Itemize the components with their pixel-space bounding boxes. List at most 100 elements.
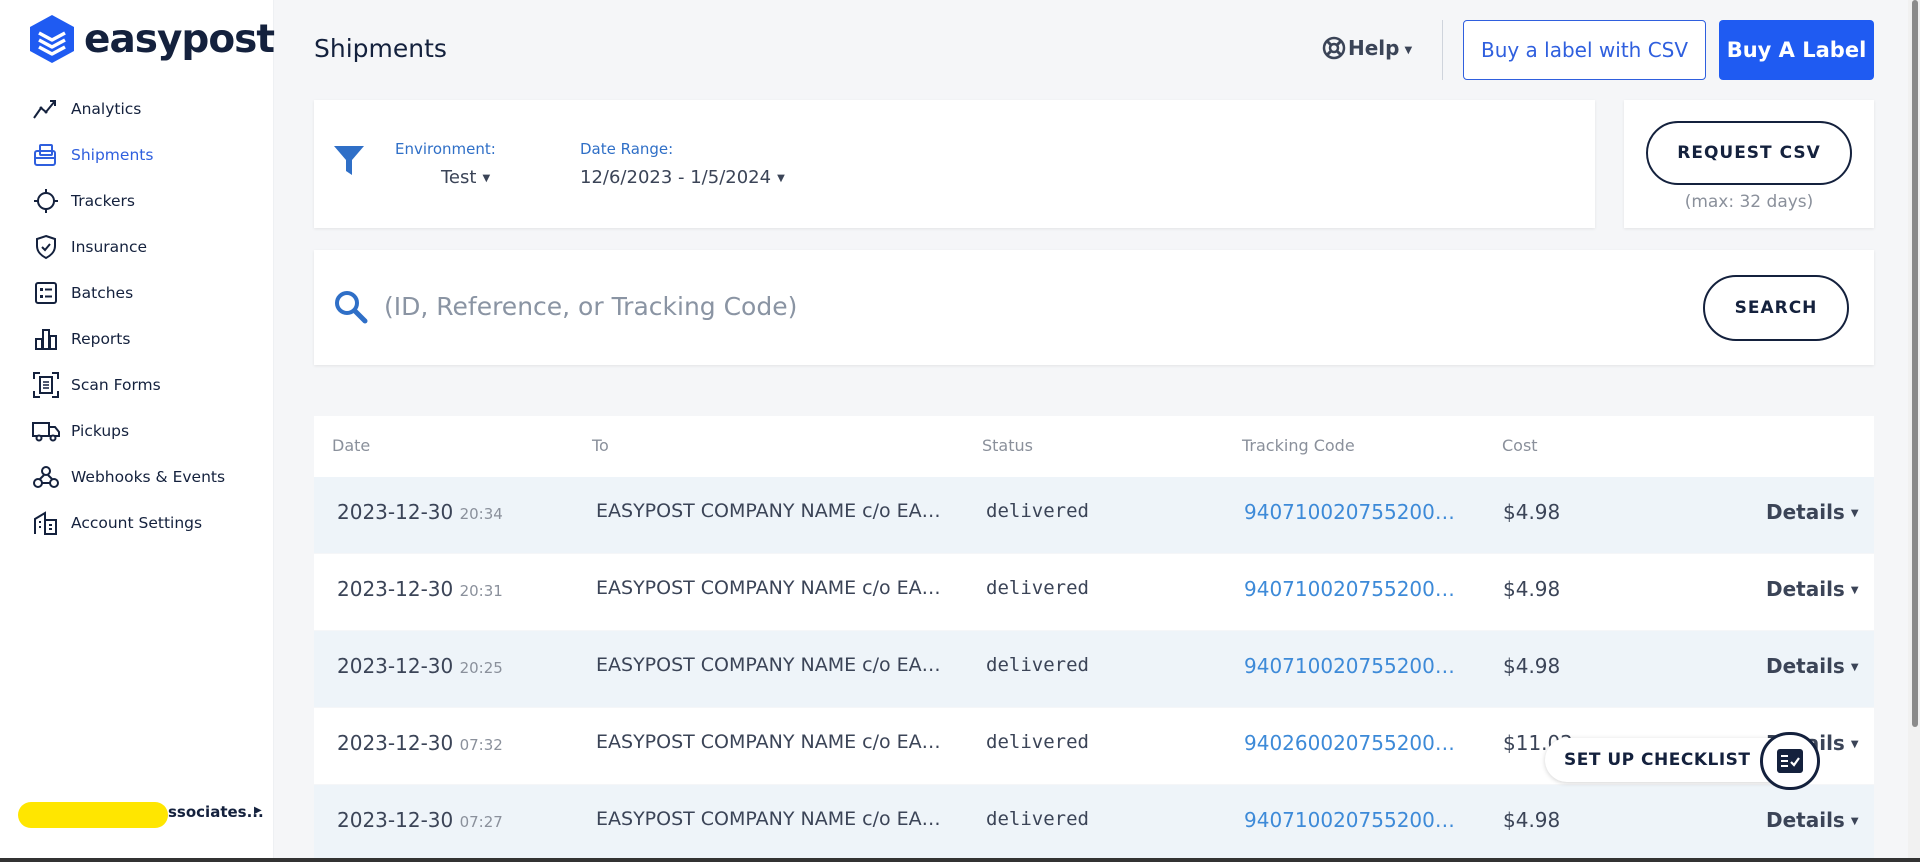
request-csv-button[interactable]: REQUEST CSV [1646, 121, 1852, 185]
table-row[interactable]: 2023-12-30 20:25 EASYPOST COMPANY NAME c… [314, 631, 1874, 707]
date-range-value: 12/6/2023 - 1/5/2024 [580, 167, 772, 188]
shipment-date: 2023-12-30 20:31 [337, 577, 503, 601]
buy-label-button[interactable]: Buy A Label [1719, 20, 1874, 80]
shipment-cost: $4.98 [1503, 500, 1561, 524]
shipment-status: delivered [986, 577, 1089, 599]
shipment-recipient: EASYPOST COMPANY NAME c/o EASYPOST [596, 654, 944, 676]
shipment-date: 2023-12-30 20:25 [337, 654, 503, 678]
scrollbar-thumb[interactable] [1912, 0, 1918, 727]
sidebar-item-label: Trackers [71, 192, 135, 210]
shipment-recipient: EASYPOST COMPANY NAME c/o EASYPOST [596, 808, 944, 830]
header-divider [1442, 20, 1443, 80]
details-dropdown[interactable]: Details▼ [1766, 654, 1859, 678]
sidebar-item-label: Analytics [71, 100, 142, 118]
table-header: Date To Status Tracking Code Cost [314, 416, 1874, 477]
life-ring-icon [1322, 36, 1346, 60]
date-range-label: Date Range: [580, 140, 674, 158]
truck-icon [32, 417, 60, 445]
sidebar: easypost Analytics Shipments Trackers In… [0, 0, 275, 862]
caret-down-icon: ▼ [1850, 739, 1859, 750]
sidebar-item-analytics[interactable]: Analytics [0, 86, 274, 132]
column-header-status[interactable]: Status [982, 436, 1033, 455]
analytics-icon [32, 95, 60, 123]
sidebar-item-account-settings[interactable]: Account Settings [0, 500, 274, 546]
shipments-icon [32, 141, 60, 169]
sidebar-nav: Analytics Shipments Trackers Insurance B… [0, 86, 274, 546]
sidebar-item-scan-forms[interactable]: Scan Forms [0, 362, 274, 408]
tracking-code-link[interactable]: 9402600207552003690000 [1244, 731, 1466, 755]
setup-checklist-button[interactable] [1760, 732, 1820, 790]
redaction-mark [18, 802, 168, 828]
sidebar-item-webhooks[interactable]: Webhooks & Events [0, 454, 274, 500]
sidebar-item-shipments[interactable]: Shipments [0, 132, 274, 178]
shipment-date: 2023-12-30 20:34 [337, 500, 503, 524]
sidebar-item-trackers[interactable]: Trackers [0, 178, 274, 224]
shipment-time: 20:25 [459, 659, 503, 677]
shipment-date: 2023-12-30 07:32 [337, 731, 503, 755]
brand-name: easypost [84, 16, 275, 62]
shipment-cost: $4.98 [1503, 577, 1561, 601]
help-menu[interactable]: Help ▼ [1322, 36, 1412, 60]
search-input[interactable] [384, 280, 1384, 332]
details-dropdown[interactable]: Details▼ [1766, 577, 1859, 601]
filter-icon [334, 146, 364, 175]
buy-label-csv-button[interactable]: Buy a label with CSV [1463, 20, 1706, 80]
details-dropdown[interactable]: Details▼ [1766, 808, 1859, 832]
caret-down-icon: ▼ [1850, 816, 1859, 827]
sidebar-item-reports[interactable]: Reports [0, 316, 274, 362]
sidebar-item-label: Account Settings [71, 514, 203, 532]
table-row[interactable]: 2023-12-30 20:34 EASYPOST COMPANY NAME c… [314, 477, 1874, 553]
tracking-code-link[interactable]: 9407100207552003790002 [1244, 654, 1466, 678]
account-switcher[interactable]: ssociates... ▶ [18, 796, 268, 830]
filter-panel: Environment: Test ▼ Date Range: 12/6/202… [314, 100, 1595, 228]
shipment-cost: $4.98 [1503, 654, 1561, 678]
shipment-recipient: EASYPOST COMPANY NAME c/o EASYPOST [596, 577, 944, 599]
tracking-code-link[interactable]: 9407100207552003790000 [1244, 500, 1466, 524]
caret-down-icon: ▼ [1850, 508, 1859, 519]
sidebar-item-label: Batches [71, 284, 134, 302]
shipment-status: delivered [986, 500, 1089, 522]
date-range-select[interactable]: 12/6/2023 - 1/5/2024 ▼ [580, 167, 785, 188]
sidebar-item-label: Scan Forms [71, 376, 161, 394]
search-button[interactable]: SEARCH [1703, 275, 1849, 341]
shipments-table: Date To Status Tracking Code Cost 2023-1… [314, 416, 1874, 861]
shipment-status: delivered [986, 808, 1089, 830]
caret-right-icon: ▶ [254, 805, 262, 816]
help-label: Help [1348, 36, 1400, 60]
tracking-code-link[interactable]: 9407100207552003690001 [1244, 808, 1466, 832]
details-dropdown[interactable]: Details▼ [1766, 500, 1859, 524]
window-bottom-edge [0, 858, 1920, 862]
table-row[interactable]: 2023-12-30 20:31 EASYPOST COMPANY NAME c… [314, 554, 1874, 630]
caret-down-icon: ▼ [1404, 44, 1413, 56]
caret-down-icon: ▼ [482, 173, 491, 184]
column-header-date[interactable]: Date [332, 436, 370, 455]
sidebar-item-label: Shipments [71, 146, 154, 164]
tracking-code-link[interactable]: 9407100207552003790001 [1244, 577, 1466, 601]
shipment-time: 20:34 [459, 505, 503, 523]
shipment-status: delivered [986, 654, 1089, 676]
sidebar-item-label: Reports [71, 330, 131, 348]
column-header-cost[interactable]: Cost [1502, 436, 1538, 455]
webhook-icon [32, 463, 60, 491]
shipment-date: 2023-12-30 07:27 [337, 808, 503, 832]
table-row[interactable]: 2023-12-30 07:27 EASYPOST COMPANY NAME c… [314, 785, 1874, 861]
easypost-logo[interactable]: easypost [28, 14, 275, 64]
csv-panel: REQUEST CSV (max: 32 days) [1624, 100, 1874, 228]
shipment-time: 07:27 [459, 813, 503, 831]
environment-filter: Environment: Test ▼ [395, 140, 496, 188]
sidebar-item-pickups[interactable]: Pickups [0, 408, 274, 454]
checklist-icon [1777, 749, 1803, 773]
environment-select[interactable]: Test ▼ [441, 167, 496, 188]
caret-down-icon: ▼ [1850, 662, 1859, 673]
shipment-cost: $4.98 [1503, 808, 1561, 832]
column-header-tracking[interactable]: Tracking Code [1242, 436, 1355, 455]
shipment-time: 07:32 [459, 736, 503, 754]
column-header-to[interactable]: To [592, 436, 609, 455]
sidebar-item-batches[interactable]: Batches [0, 270, 274, 316]
bar-chart-icon [32, 325, 60, 353]
setup-checklist-banner[interactable]: SET UP CHECKLIST [1545, 738, 1777, 782]
setup-checklist-label: SET UP CHECKLIST [1564, 750, 1751, 770]
building-icon [32, 509, 60, 537]
search-icon [335, 291, 368, 324]
sidebar-item-insurance[interactable]: Insurance [0, 224, 274, 270]
